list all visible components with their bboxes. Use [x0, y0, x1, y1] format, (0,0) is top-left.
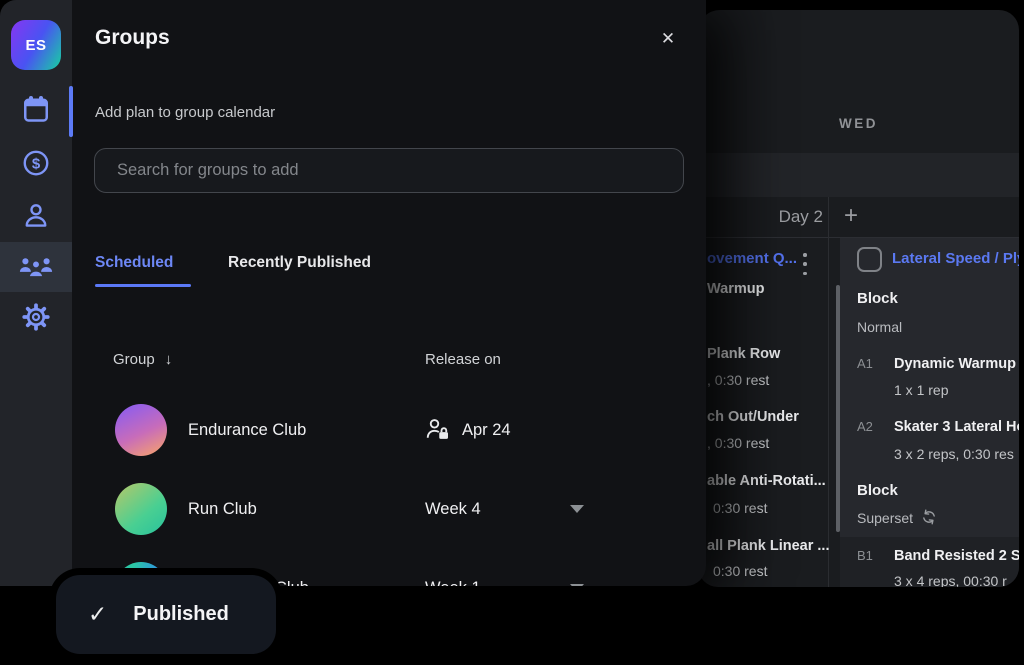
group-avatar — [115, 483, 167, 535]
lock-person-icon — [425, 417, 450, 442]
exercise-sub: , 0:30 rest — [707, 370, 769, 390]
exercise-index: A2 — [857, 417, 873, 437]
person-icon — [21, 200, 51, 235]
exercise-index: B1 — [857, 546, 873, 566]
exercise-title: ch Out/Under — [707, 407, 799, 427]
sidebar-item-clients[interactable] — [0, 200, 72, 234]
release-week-dropdown[interactable]: Week 1 — [425, 578, 481, 586]
exercise-title: Band Resisted 2 Step — [894, 546, 1019, 566]
block-label: Block — [857, 289, 898, 309]
sidebar: ES $ — [0, 0, 72, 586]
day-header-row: Day 2 + — [698, 197, 1019, 238]
exercise-sub: 1 x 1 rep — [894, 380, 948, 400]
calendar-icon — [21, 94, 51, 129]
sidebar-item-groups[interactable] — [0, 242, 72, 292]
column-header-group[interactable]: Group↓ — [113, 351, 172, 368]
calendar-app-window: WED Day 2 + ovement Q... Warmup Plank Ro… — [698, 10, 1019, 587]
exercise-title: all Plank Linear ... — [707, 536, 830, 556]
chevron-down-icon[interactable] — [570, 584, 584, 586]
tab-scheduled[interactable]: Scheduled — [95, 254, 173, 272]
exercise-title: able Anti-Rotati... — [707, 471, 826, 491]
group-name: Run Club — [188, 499, 257, 519]
column-divider — [828, 197, 829, 587]
exercise-title: Dynamic Warmup — [894, 354, 1016, 374]
day-label: Day 2 — [698, 207, 823, 227]
group-avatar — [115, 404, 167, 456]
workout-checkbox[interactable] — [857, 247, 882, 272]
search-input[interactable] — [94, 148, 684, 193]
group-name: Endurance Club — [188, 420, 306, 440]
exercise-sub: 3 x 4 reps, 00:30 r — [894, 571, 1007, 587]
exercise-sub: 0:30 rest — [713, 498, 767, 518]
screen: WED Day 2 + ovement Q... Warmup Plank Ro… — [0, 0, 1024, 665]
kebab-menu-icon[interactable] — [798, 253, 812, 275]
dollar-icon: $ — [21, 148, 51, 183]
add-workout-button[interactable]: + — [836, 201, 866, 231]
modal-title: Groups — [95, 26, 170, 50]
exercise-title: Skater 3 Lateral Hop — [894, 417, 1019, 437]
modal-subtitle: Add plan to group calendar — [95, 104, 275, 121]
tab-recently-published[interactable]: Recently Published — [228, 254, 371, 272]
groups-modal: Groups ✕ Add plan to group calendar Sche… — [72, 0, 706, 586]
active-route-indicator — [69, 86, 73, 137]
sidebar-item-settings[interactable] — [0, 302, 72, 336]
week-band — [698, 153, 1019, 197]
sidebar-item-calendar[interactable] — [0, 94, 72, 128]
sort-arrow-icon: ↓ — [165, 351, 173, 368]
workout-title-link[interactable]: Lateral Speed / Plyo — [892, 250, 1019, 267]
exercise-sub: , 0:30 rest — [707, 433, 769, 453]
block-mode: Normal — [857, 317, 902, 337]
chevron-down-icon[interactable] — [570, 505, 584, 513]
exercise-title: Plank Row — [707, 344, 780, 364]
toast-label: Published — [133, 603, 229, 626]
people-group-icon — [0, 250, 72, 284]
superset-loop-icon — [921, 509, 937, 530]
block-label: Block — [857, 481, 898, 501]
release-week-dropdown[interactable]: Week 4 — [425, 499, 481, 519]
workout-card: Lateral Speed / Plyo Block Normal A1 Dyn… — [840, 238, 1019, 587]
avatar[interactable]: ES — [11, 20, 61, 70]
workout-title-link[interactable]: ovement Q... — [707, 250, 797, 267]
exercise-sub: 0:30 rest — [713, 561, 767, 581]
column-header-release-on: Release on — [425, 351, 501, 368]
weekday-header: WED — [698, 116, 1019, 131]
published-toast: ✓ Published — [56, 575, 276, 654]
exercise-sub: 3 x 2 reps, 0:30 res — [894, 444, 1014, 464]
active-tab-underline — [95, 284, 191, 287]
exercise-title: Warmup — [707, 279, 764, 299]
check-icon: ✓ — [88, 601, 107, 628]
exercise-index: A1 — [857, 354, 873, 374]
group-name: Club — [275, 578, 309, 586]
sidebar-item-billing[interactable]: $ — [0, 148, 72, 182]
block-mode: Superset — [857, 508, 937, 530]
svg-text:$: $ — [32, 155, 41, 172]
release-date: Apr 24 — [462, 420, 511, 440]
gear-icon — [21, 302, 51, 337]
close-icon[interactable]: ✕ — [650, 21, 686, 57]
